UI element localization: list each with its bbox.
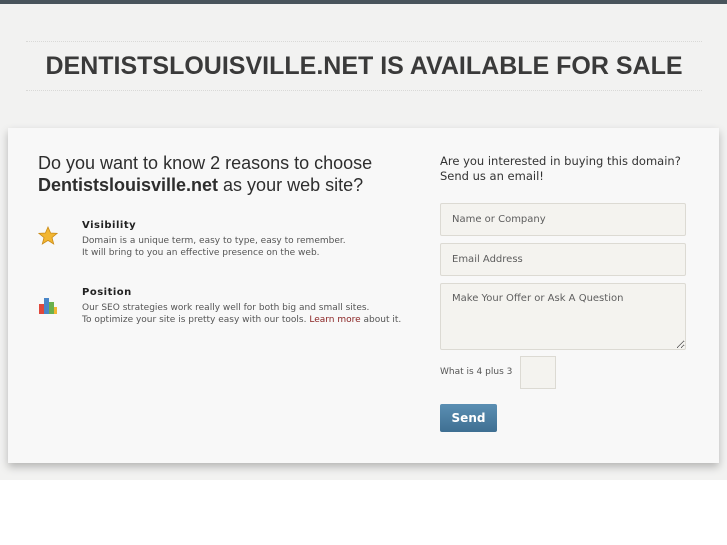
- lead-question: Do you want to know 2 reasons to choose …: [38, 152, 418, 196]
- send-button[interactable]: Send: [440, 404, 497, 432]
- captcha-question: What is 4 plus 3: [440, 367, 513, 377]
- content-card: Do you want to know 2 reasons to choose …: [8, 128, 719, 463]
- feature-line: It will bring to you an effective presen…: [82, 248, 320, 258]
- feature-line: Domain is a unique term, easy to type, e…: [82, 236, 346, 246]
- feature-description: Our SEO strategies work really well for …: [82, 302, 422, 326]
- learn-more-link[interactable]: Learn more: [309, 315, 360, 325]
- feature-line: To optimize your site is pretty easy wit…: [82, 314, 422, 326]
- feature-line: Our SEO strategies work really well for …: [82, 303, 370, 313]
- feature-title: Position: [82, 287, 132, 298]
- lead-prefix: Do you want to know 2 reasons to choose: [38, 153, 373, 173]
- lead-domain: Dentistslouisville.net: [38, 175, 219, 195]
- headline-domain: DENTISTSLOUISVILLE.NET: [45, 52, 374, 80]
- feature-line-prefix: To optimize your site is pretty easy wit…: [82, 315, 310, 325]
- page-title: DENTISTSLOUISVILLE.NET IS AVAILABLE FOR …: [26, 46, 702, 86]
- headline-suffix: IS AVAILABLE FOR SALE: [373, 52, 683, 80]
- email-input[interactable]: [440, 243, 686, 276]
- feature-description: Domain is a unique term, easy to type, e…: [82, 235, 422, 259]
- divider-bottom: [26, 90, 702, 91]
- message-textarea[interactable]: [440, 283, 686, 350]
- captcha-input[interactable]: [520, 356, 556, 389]
- bar-chart-icon: [38, 295, 58, 315]
- star-icon: [37, 225, 59, 246]
- lead-suffix: as your web site?: [218, 175, 364, 195]
- name-input[interactable]: [440, 203, 686, 236]
- form-intro: Are you interested in buying this domain…: [440, 154, 681, 183]
- divider-top: [26, 41, 702, 42]
- feature-title: Visibility: [82, 220, 137, 231]
- feature-line-suffix: about it.: [360, 315, 402, 325]
